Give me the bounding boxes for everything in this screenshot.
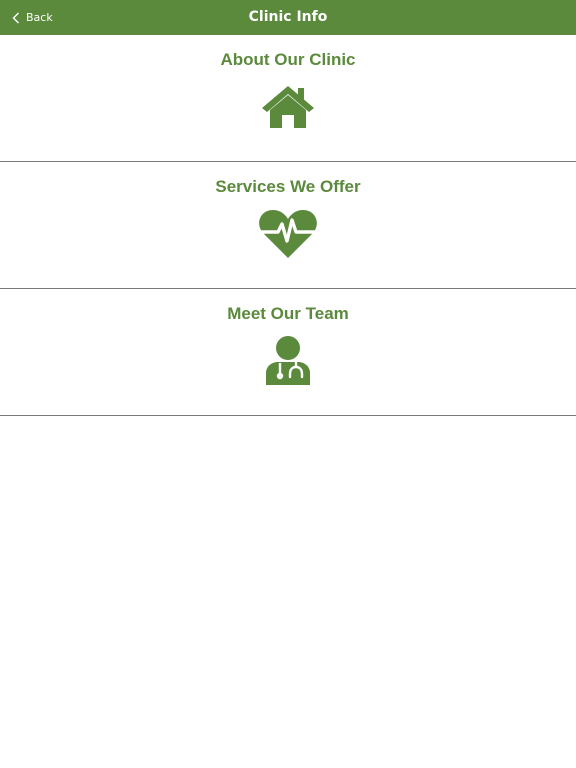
back-button[interactable]: Back [12,0,53,35]
menu-item-team[interactable]: Meet Our Team [0,289,576,416]
menu-item-label: Services We Offer [215,177,361,196]
page-title: Clinic Info [248,9,328,25]
home-icon [258,81,318,133]
clinic-info-menu: About Our Clinic Services We Offer Meet … [0,35,576,416]
back-label: Back [26,11,53,24]
menu-item-about-clinic[interactable]: About Our Clinic [0,35,576,162]
menu-item-label: About Our Clinic [220,50,356,69]
menu-item-label: Meet Our Team [227,304,349,323]
chevron-left-icon [12,12,20,24]
doctor-icon [258,335,318,387]
navigation-bar: Back Clinic Info [0,0,576,35]
heart-pulse-icon [258,208,318,260]
menu-item-services[interactable]: Services We Offer [0,162,576,289]
